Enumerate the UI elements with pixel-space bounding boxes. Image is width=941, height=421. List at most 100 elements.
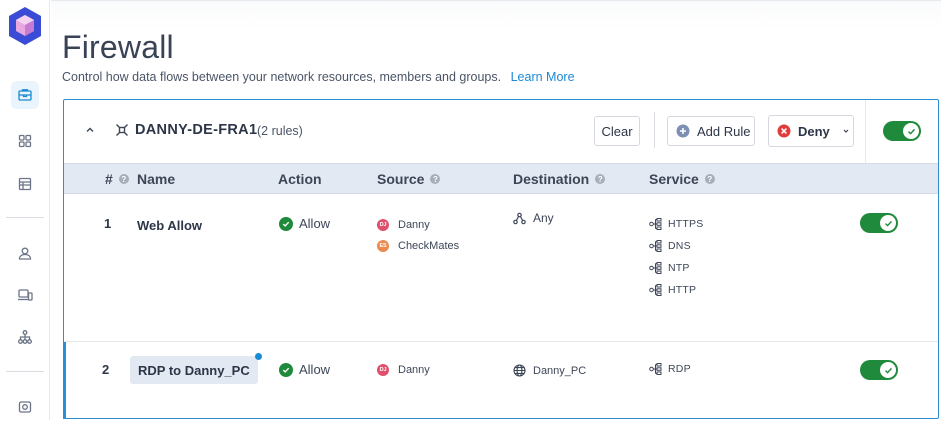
service-name: NTP	[668, 262, 690, 274]
allow-check-icon	[279, 216, 293, 231]
destination-name: Any	[533, 211, 554, 225]
rule-action: Allow	[279, 362, 330, 377]
toggle-knob	[880, 215, 896, 231]
deny-icon	[777, 124, 791, 138]
firewall-group-panel: DANNY-DE-FRA1 (2 rules) Clear Add Rule D…	[63, 99, 939, 419]
globe-icon	[513, 364, 526, 377]
sidebar	[0, 0, 50, 420]
peer-icon	[116, 124, 128, 136]
destination-item: Any	[513, 211, 554, 225]
allow-check-icon	[279, 362, 293, 377]
column-num: # ?	[105, 171, 129, 187]
default-action-dropdown[interactable]: Deny	[768, 115, 854, 147]
rule-action-label: Allow	[299, 216, 331, 231]
rule-name-editing[interactable]: RDP to Danny_PC	[130, 353, 262, 384]
service-icon	[649, 240, 662, 252]
service-name: HTTPS	[668, 218, 704, 230]
unsaved-dot	[255, 353, 262, 360]
service-name: DNS	[668, 240, 691, 252]
sidebar-item-settings[interactable]	[11, 393, 39, 421]
page-title: Firewall	[62, 29, 174, 65]
chevron-down-icon	[843, 129, 849, 133]
firewall-icon	[18, 89, 32, 101]
add-rule-button[interactable]: Add Rule	[667, 116, 755, 146]
service-icon	[649, 218, 662, 230]
subtitle-text: Control how data flows between your netw…	[62, 70, 502, 84]
rule-enabled-toggle[interactable]	[860, 213, 898, 233]
source-name: Danny	[398, 219, 430, 231]
sidebar-item-devices[interactable]	[11, 281, 39, 309]
column-destination: Destination ?	[513, 171, 606, 187]
help-icon[interactable]: ?	[430, 174, 441, 184]
clear-button-label: Clear	[601, 123, 633, 139]
service-icon	[649, 262, 662, 274]
column-service: Service ?	[649, 171, 715, 187]
table-row[interactable]: 1 Web Allow Allow DJ Danny ES CheckMates…	[64, 195, 938, 341]
rule-action: Allow	[279, 216, 330, 231]
top-bar	[51, 0, 941, 30]
destination-name: Danny_PC	[533, 364, 587, 377]
sidebar-item-dashboard[interactable]	[11, 127, 39, 155]
learn-more-link[interactable]: Learn More	[511, 70, 575, 84]
rule-action-label: Allow	[299, 362, 331, 377]
network-icon	[18, 330, 32, 344]
service-item: RDP	[649, 363, 691, 375]
service-item: HTTPS	[649, 218, 703, 230]
rule-number: 2	[102, 362, 110, 377]
sidebar-divider	[6, 371, 44, 372]
toggle-divider	[865, 100, 866, 164]
sidebar-item-members[interactable]	[11, 239, 39, 267]
chevron-up-icon[interactable]	[84, 124, 96, 136]
network-icon	[513, 212, 526, 224]
add-rule-label: Add Rule	[697, 123, 751, 139]
grid-icon	[18, 134, 32, 148]
column-source-label: Source	[377, 171, 425, 187]
check-icon	[884, 367, 892, 374]
rule-number: 1	[104, 216, 112, 231]
sidebar-item-firewall[interactable]	[11, 81, 39, 109]
table-header: # ? Name Action Source ? Destination ? S…	[64, 163, 938, 194]
source-item: DJ Danny	[377, 219, 430, 231]
plus-circle-icon	[676, 124, 690, 138]
column-action: Action	[278, 171, 322, 187]
avatar: ES	[377, 240, 389, 252]
toggle-knob	[903, 123, 919, 139]
sidebar-item-network[interactable]	[11, 323, 39, 351]
source-name: Danny	[398, 364, 430, 376]
service-name: RDP	[668, 363, 691, 375]
column-name-label: Name	[137, 171, 176, 187]
rule-name[interactable]: Web Allow	[137, 218, 202, 233]
help-icon[interactable]: ?	[118, 174, 129, 184]
rule-count: (2 rules)	[257, 124, 303, 138]
sidebar-item-logs[interactable]	[11, 170, 39, 198]
source-item: ES CheckMates	[377, 240, 459, 252]
group-name[interactable]: DANNY-DE-FRA1	[135, 122, 257, 138]
group-enabled-toggle[interactable]	[883, 121, 921, 141]
table-row[interactable]: 2 RDP to Danny_PC Allow DJ Danny Danny_P…	[64, 341, 938, 419]
toolbar-divider	[654, 112, 655, 148]
page-subtitle: Control how data flows between your netw…	[62, 70, 575, 84]
column-source: Source ?	[377, 171, 441, 187]
avatar: DJ	[377, 219, 389, 231]
toggle-knob	[880, 362, 896, 378]
clear-button[interactable]: Clear	[594, 116, 640, 146]
check-icon	[884, 220, 892, 227]
deny-label: Deny	[798, 123, 830, 139]
help-icon[interactable]: ?	[595, 174, 606, 184]
sidebar-divider	[6, 217, 44, 218]
user-icon	[18, 247, 32, 260]
settings-icon	[18, 401, 32, 413]
app-logo[interactable]	[7, 6, 43, 46]
column-service-label: Service	[649, 171, 699, 187]
group-header: DANNY-DE-FRA1 (2 rules) Clear Add Rule D…	[64, 100, 938, 164]
rule-enabled-toggle[interactable]	[860, 360, 898, 380]
service-item: NTP	[649, 262, 690, 274]
destination-item: Danny_PC	[513, 364, 586, 377]
service-item: HTTP	[649, 284, 696, 296]
service-icon	[649, 363, 662, 375]
column-num-label: #	[105, 171, 113, 187]
column-destination-label: Destination	[513, 171, 590, 187]
help-icon[interactable]: ?	[704, 174, 715, 184]
column-action-label: Action	[278, 171, 322, 187]
table-icon	[18, 177, 32, 191]
